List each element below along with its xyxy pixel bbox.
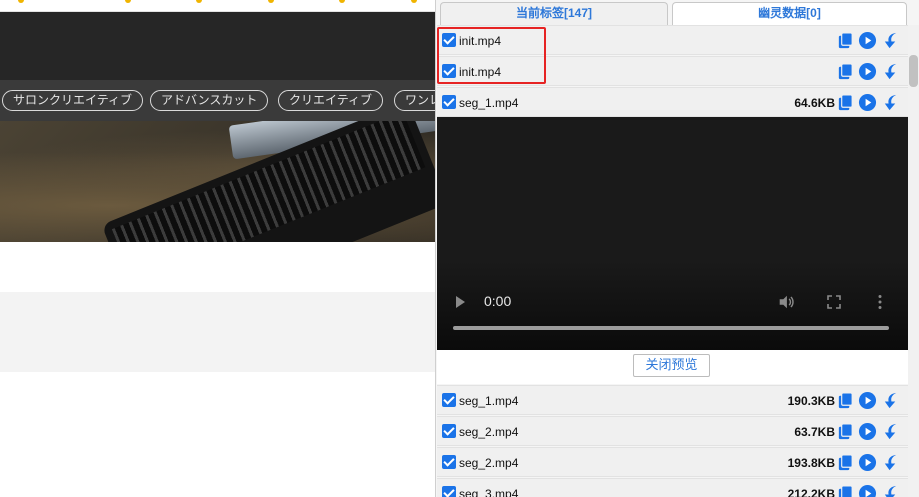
play-icon[interactable] bbox=[858, 453, 877, 472]
play-icon[interactable] bbox=[858, 422, 877, 441]
tag-advance-cut[interactable]: アドバンスカット bbox=[150, 90, 269, 111]
more-vert-icon[interactable] bbox=[877, 294, 883, 310]
download-icon[interactable] bbox=[881, 31, 900, 50]
file-size: 64.6KB bbox=[794, 96, 835, 110]
file-name: seg_1.mp4 bbox=[459, 394, 519, 408]
copy-icon[interactable] bbox=[836, 391, 855, 410]
nav-dot bbox=[339, 0, 345, 3]
nav-dot bbox=[18, 0, 24, 3]
video-time: 0:00 bbox=[484, 293, 512, 309]
download-icon[interactable] bbox=[881, 391, 900, 410]
copy-icon[interactable] bbox=[836, 484, 855, 497]
copy-icon[interactable] bbox=[836, 422, 855, 441]
file-size: 63.7KB bbox=[794, 425, 835, 439]
video-play-icon[interactable] bbox=[456, 296, 465, 308]
copy-icon[interactable] bbox=[836, 31, 855, 50]
download-icon[interactable] bbox=[881, 484, 900, 497]
file-row[interactable]: seg_1.mp4 190.3KB bbox=[437, 385, 908, 415]
close-preview-area: 关闭预览 bbox=[437, 350, 908, 384]
tab-ghost-data[interactable]: 幽灵数据[0] bbox=[672, 2, 907, 25]
file-name: seg_3.mp4 bbox=[459, 487, 519, 497]
play-icon[interactable] bbox=[858, 391, 877, 410]
close-preview-button[interactable]: 关闭预览 bbox=[633, 354, 710, 377]
fullscreen-icon[interactable] bbox=[826, 294, 842, 310]
tag-salon-creative[interactable]: サロンクリエイティブ bbox=[2, 90, 144, 111]
download-icon[interactable] bbox=[881, 422, 900, 441]
row-checkbox[interactable] bbox=[442, 393, 456, 407]
scrollbar[interactable] bbox=[908, 25, 919, 497]
volume-icon[interactable] bbox=[777, 293, 795, 311]
nav-dot bbox=[411, 0, 417, 3]
row-checkbox[interactable] bbox=[442, 486, 456, 497]
row-checkbox[interactable] bbox=[442, 424, 456, 438]
copy-icon[interactable] bbox=[836, 453, 855, 472]
file-name: seg_2.mp4 bbox=[459, 425, 519, 439]
file-name: seg_2.mp4 bbox=[459, 456, 519, 470]
row-checkbox[interactable] bbox=[442, 95, 456, 109]
video-preview[interactable]: 0:00 bbox=[437, 117, 908, 350]
file-row[interactable]: seg_2.mp4 193.8KB bbox=[437, 447, 908, 477]
file-name: seg_1.mp4 bbox=[459, 96, 519, 110]
tab-current[interactable]: 当前标签[147] bbox=[440, 2, 668, 25]
file-row[interactable]: seg_3.mp4 212.2KB bbox=[437, 478, 908, 497]
play-icon[interactable] bbox=[858, 62, 877, 81]
copy-icon[interactable] bbox=[836, 93, 855, 112]
video-progress-track[interactable] bbox=[453, 326, 889, 330]
file-row[interactable]: seg_1.mp4 64.6KB bbox=[437, 87, 908, 117]
download-icon[interactable] bbox=[881, 453, 900, 472]
play-icon[interactable] bbox=[858, 31, 877, 50]
nav-dot bbox=[196, 0, 202, 3]
row-checkbox[interactable] bbox=[442, 455, 456, 469]
file-size: 190.3KB bbox=[787, 394, 835, 408]
nav-dot bbox=[125, 0, 131, 3]
file-size: 193.8KB bbox=[787, 456, 835, 470]
tag-creative[interactable]: クリエイティブ bbox=[278, 90, 384, 111]
panel-tabs: 当前标签[147] 幽灵数据[0] bbox=[436, 0, 909, 25]
highlight-box bbox=[437, 27, 546, 84]
play-icon[interactable] bbox=[858, 484, 877, 497]
file-row[interactable]: seg_2.mp4 63.7KB bbox=[437, 416, 908, 446]
copy-icon[interactable] bbox=[836, 62, 855, 81]
download-icon[interactable] bbox=[881, 62, 900, 81]
download-icon[interactable] bbox=[881, 93, 900, 112]
play-icon[interactable] bbox=[858, 93, 877, 112]
scrollbar-thumb[interactable] bbox=[909, 55, 918, 87]
file-size: 212.2KB bbox=[787, 487, 835, 497]
nav-dot bbox=[268, 0, 274, 3]
